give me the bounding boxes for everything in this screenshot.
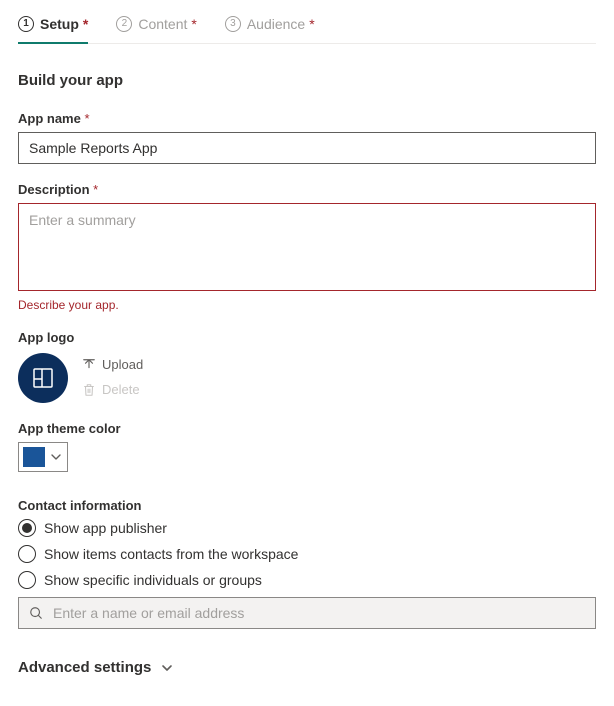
- contact-search-box[interactable]: [18, 597, 596, 629]
- radio-label: Show specific individuals or groups: [44, 572, 262, 588]
- app-name-input[interactable]: [18, 132, 596, 164]
- tab-label: Audience: [247, 16, 305, 32]
- chevron-down-icon: [161, 662, 173, 674]
- radio-icon: [18, 571, 36, 589]
- required-marker: *: [83, 16, 88, 32]
- required-marker: *: [93, 182, 98, 197]
- step-number-icon: 2: [116, 16, 132, 32]
- tab-label: Content: [138, 16, 187, 32]
- description-textarea[interactable]: [18, 203, 596, 291]
- page-title: Build your app: [18, 72, 596, 89]
- radio-icon: [18, 545, 36, 563]
- radio-label: Show items contacts from the workspace: [44, 546, 298, 562]
- contact-option-specific[interactable]: Show specific individuals or groups: [18, 571, 596, 589]
- contact-option-publisher[interactable]: Show app publisher: [18, 519, 596, 537]
- upload-label: Upload: [102, 357, 143, 372]
- contact-option-workspace[interactable]: Show items contacts from the workspace: [18, 545, 596, 563]
- tab-setup[interactable]: 1 Setup*: [18, 12, 88, 44]
- contact-info-label: Contact information: [18, 498, 596, 513]
- advanced-settings-toggle[interactable]: Advanced settings: [18, 659, 596, 676]
- theme-color-label: App theme color: [18, 421, 596, 436]
- app-logo-icon: [31, 366, 55, 390]
- required-marker: *: [191, 16, 196, 32]
- tab-label: Setup: [40, 16, 79, 32]
- radio-icon: [18, 519, 36, 537]
- app-logo-label: App logo: [18, 330, 596, 345]
- advanced-settings-label: Advanced settings: [18, 659, 151, 676]
- wizard-tabs: 1 Setup* 2 Content* 3 Audience*: [18, 12, 596, 44]
- upload-icon: [82, 358, 96, 372]
- delete-label: Delete: [102, 382, 140, 397]
- color-swatch: [23, 447, 45, 467]
- delete-logo-button: Delete: [82, 382, 143, 397]
- upload-logo-button[interactable]: Upload: [82, 357, 143, 372]
- tab-content[interactable]: 2 Content*: [116, 12, 197, 44]
- radio-label: Show app publisher: [44, 520, 167, 536]
- required-marker: *: [309, 16, 314, 32]
- search-icon: [29, 606, 43, 620]
- step-number-icon: 1: [18, 16, 34, 32]
- app-name-label: App name *: [18, 111, 596, 126]
- trash-icon: [82, 383, 96, 397]
- required-marker: *: [84, 111, 89, 126]
- label-text: App name: [18, 111, 81, 126]
- chevron-down-icon: [51, 452, 61, 462]
- description-label: Description *: [18, 182, 596, 197]
- theme-color-picker[interactable]: [18, 442, 68, 472]
- logo-thumbnail: [18, 353, 68, 403]
- description-error: Describe your app.: [18, 298, 596, 312]
- label-text: Description: [18, 182, 90, 197]
- contact-search-input[interactable]: [53, 605, 585, 621]
- tab-audience[interactable]: 3 Audience*: [225, 12, 315, 44]
- step-number-icon: 3: [225, 16, 241, 32]
